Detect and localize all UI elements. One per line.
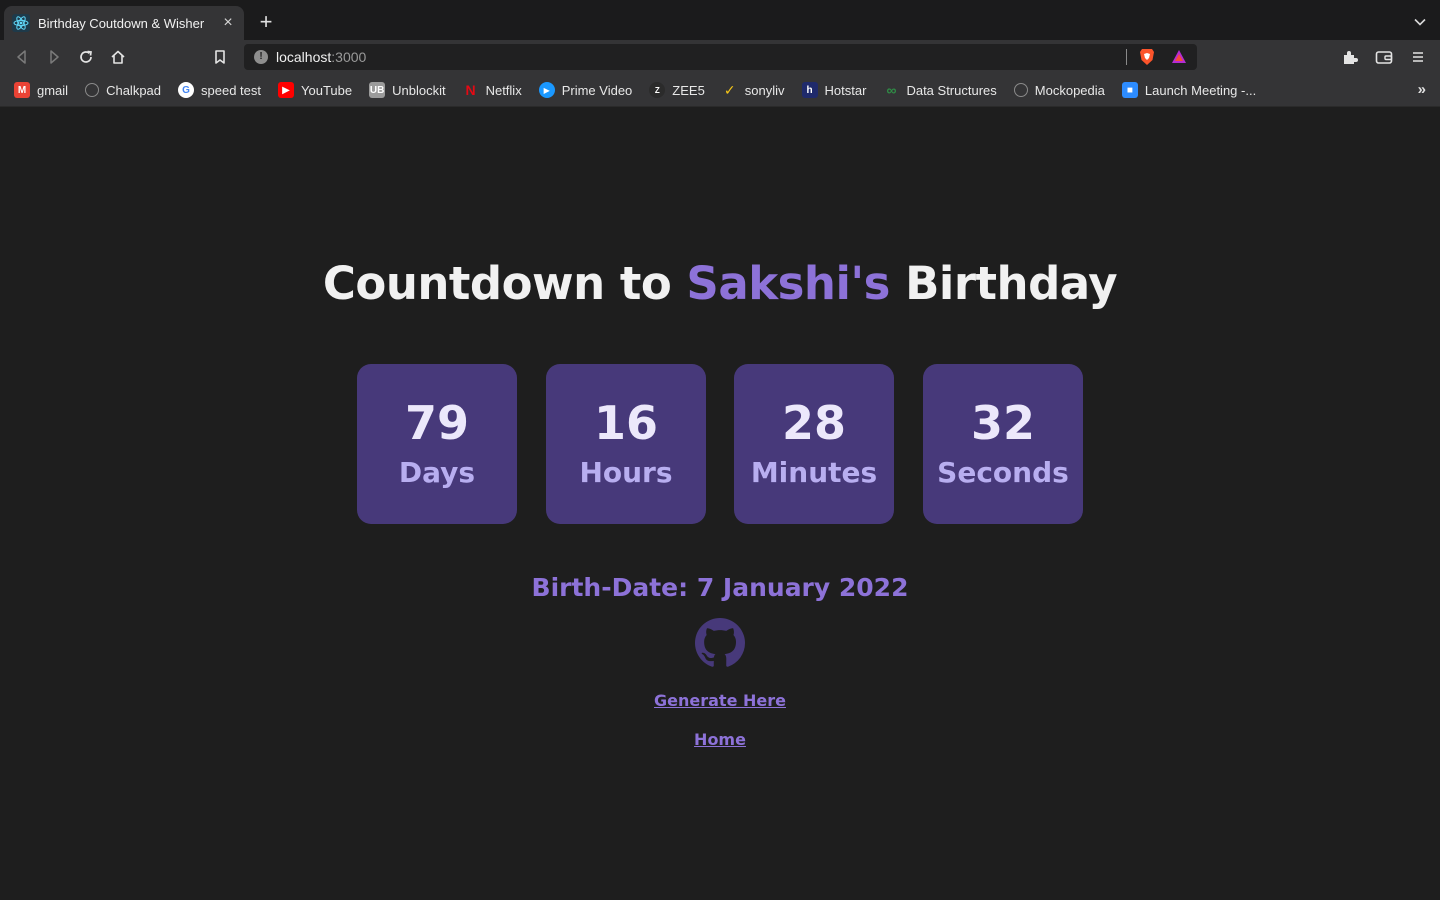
countdown-minutes: 28 Minutes [734, 364, 894, 524]
youtube-icon: ▶ [278, 82, 295, 98]
zoom-icon: ■ [1121, 82, 1138, 98]
chevron-down-icon[interactable] [1410, 12, 1430, 32]
gfg-icon: ∞ [886, 82, 897, 98]
zee5-icon: Z [649, 82, 666, 98]
gmail-icon: M [14, 82, 30, 98]
bookmark-label: Netflix [485, 82, 522, 98]
countdown-hours: 16 Hours [546, 364, 706, 524]
bookmark-label: speed test [201, 82, 262, 98]
generate-here-link[interactable]: Generate Here [0, 691, 1440, 710]
countdown-seconds-value: 32 [970, 396, 1035, 450]
page-title: Countdown to Sakshi's Birthday [0, 257, 1440, 310]
countdown-seconds-label: Seconds [937, 456, 1069, 489]
bookmark-sonyliv[interactable]: ✓ sonyliv [722, 78, 785, 102]
countdown-hours-label: Hours [579, 456, 673, 489]
countdown-seconds: 32 Seconds [923, 364, 1083, 524]
countdown-minutes-value: 28 [781, 396, 846, 450]
bookmark-label: gmail [37, 82, 69, 98]
react-icon [12, 14, 30, 32]
github-icon[interactable] [695, 618, 745, 668]
countdown: 79 Days 16 Hours 28 Minutes 32 Seconds [357, 364, 1083, 524]
bookmark-label: Launch Meeting -... [1144, 82, 1257, 98]
countdown-days-value: 79 [404, 396, 469, 450]
page: Countdown to Sakshi's Birthday 79 Days 1… [0, 107, 1440, 900]
bookmark-unblockit[interactable]: UB Unblockit [369, 78, 446, 102]
bookmark-gmail[interactable]: Mgmail [14, 78, 68, 102]
bookmark-label: sonyliv [744, 82, 785, 98]
bookmark-hotstar[interactable]: h Hotstar [801, 78, 867, 102]
bookmark-zee5[interactable]: Z ZEE5 [649, 78, 705, 102]
reload-icon[interactable] [76, 47, 96, 67]
info-icon[interactable]: ! [254, 50, 268, 64]
heading-suffix: Birthday [889, 257, 1118, 310]
bookmark-label: Data Structures [906, 82, 997, 98]
netflix-icon: N [465, 82, 476, 98]
menu-icon[interactable] [1408, 47, 1428, 67]
bookmark-speed-test[interactable]: Gspeed test [178, 78, 261, 102]
bookmark-label: Unblockit [392, 82, 446, 98]
sonyliv-icon: ✓ [723, 81, 736, 98]
hotstar-icon: h [801, 82, 818, 98]
bookmark-launch-meeting[interactable]: ■ Launch Meeting -... [1121, 78, 1257, 102]
bookmark-mockopedia[interactable]: Mockopedia [1013, 78, 1105, 102]
unblockit-icon: UB [369, 82, 386, 98]
heading-name: Sakshi's [686, 257, 890, 310]
bookmark-label: Mockopedia [1034, 82, 1105, 98]
prime-video-icon: ▶ [538, 82, 555, 98]
wallet-icon[interactable] [1374, 47, 1394, 67]
countdown-days-label: Days [398, 456, 476, 489]
bookmark-data-structures[interactable]: ∞ Data Structures [883, 78, 996, 102]
brave-shields-icon[interactable] [1139, 48, 1155, 71]
home-icon[interactable] [108, 47, 128, 67]
divider [1126, 49, 1127, 65]
back-icon[interactable] [12, 47, 32, 67]
bookmark-label: Prime Video [561, 82, 633, 98]
brave-rewards-icon[interactable] [1171, 49, 1187, 70]
close-tab-icon[interactable]: × [220, 15, 236, 31]
new-tab-button[interactable]: + [255, 11, 277, 33]
bookmark-label: ZEE5 [672, 82, 705, 98]
bookmark-label: Chalkpad [106, 82, 162, 98]
home-link[interactable]: Home [0, 730, 1440, 749]
forward-icon[interactable] [44, 47, 64, 67]
more-bookmarks-icon[interactable]: » [1418, 81, 1426, 98]
countdown-hours-value: 16 [593, 396, 658, 450]
toolbar: ! localhost:3000 [0, 40, 1440, 74]
url-port: :3000 [331, 49, 367, 65]
bookmark-icon[interactable] [210, 47, 230, 67]
birth-date: Birth-Date: 7 January 2022 [531, 573, 909, 602]
tab-title: Birthday Coutdown & Wisher [38, 15, 205, 31]
bookmark-label: YouTube [301, 82, 353, 98]
bookmark-netflix[interactable]: N Netflix [463, 78, 522, 102]
bookmark-label: Hotstar [824, 82, 867, 98]
countdown-minutes-label: Minutes [750, 456, 878, 489]
address-bar[interactable]: ! localhost:3000 [244, 44, 1197, 70]
tab-strip: Birthday Coutdown & Wisher × + [0, 0, 1440, 40]
active-tab[interactable]: Birthday Coutdown & Wisher × [4, 6, 244, 40]
countdown-days: 79 Days [357, 364, 517, 524]
extensions-icon[interactable] [1340, 47, 1360, 67]
google-icon: G [178, 82, 195, 98]
heading-prefix: Countdown to [322, 257, 687, 310]
url-host: localhost [276, 49, 332, 65]
bookmark-prime-video[interactable]: ▶ Prime Video [538, 78, 633, 102]
bookmarks-bar: Mgmail Chalkpad Gspeed test ▶ YouTube UB Unblo… [0, 74, 1440, 107]
bookmark-youtube[interactable]: ▶ YouTube [278, 78, 352, 102]
globe-icon [1013, 83, 1028, 97]
bookmark-chalkpad[interactable]: Chalkpad [85, 78, 161, 102]
globe-icon [85, 83, 100, 97]
